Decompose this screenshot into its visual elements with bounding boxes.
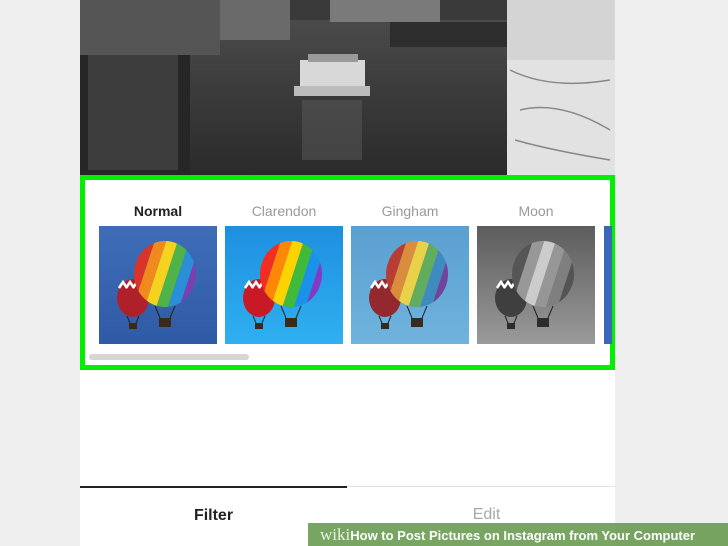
left-margin xyxy=(0,0,80,546)
filter-label-normal[interactable]: Normal xyxy=(99,203,217,219)
filter-thumbnail-next[interactable] xyxy=(604,226,612,344)
filter-label-moon[interactable]: Moon xyxy=(477,203,595,219)
filter-thumbnail-normal[interactable] xyxy=(99,226,217,344)
photo-preview xyxy=(80,0,615,175)
filter-thumbnail-moon[interactable] xyxy=(477,226,595,344)
right-margin xyxy=(615,0,728,546)
filter-label-gingham[interactable]: Gingham xyxy=(351,203,469,219)
filter-label-clarendon[interactable]: Clarendon xyxy=(225,203,343,219)
caption-text: to Post Pictures on Instagram from Your … xyxy=(377,528,696,543)
tab-filter[interactable]: Filter xyxy=(80,486,347,546)
filter-thumbnail-clarendon[interactable] xyxy=(225,226,343,344)
how-text: How xyxy=(350,528,378,543)
filter-strip: Normal Clarendon Gingham Moon xyxy=(80,175,615,370)
filter-thumbnail-gingham[interactable] xyxy=(351,226,469,344)
horizontal-scrollbar[interactable] xyxy=(89,354,249,360)
wiki-logo-text: wiki xyxy=(320,525,351,544)
wikihow-caption: wikiHow to Post Pictures on Instagram fr… xyxy=(308,523,728,546)
instagram-editor-panel: Normal Clarendon Gingham Moon Filter Edi… xyxy=(80,0,615,546)
